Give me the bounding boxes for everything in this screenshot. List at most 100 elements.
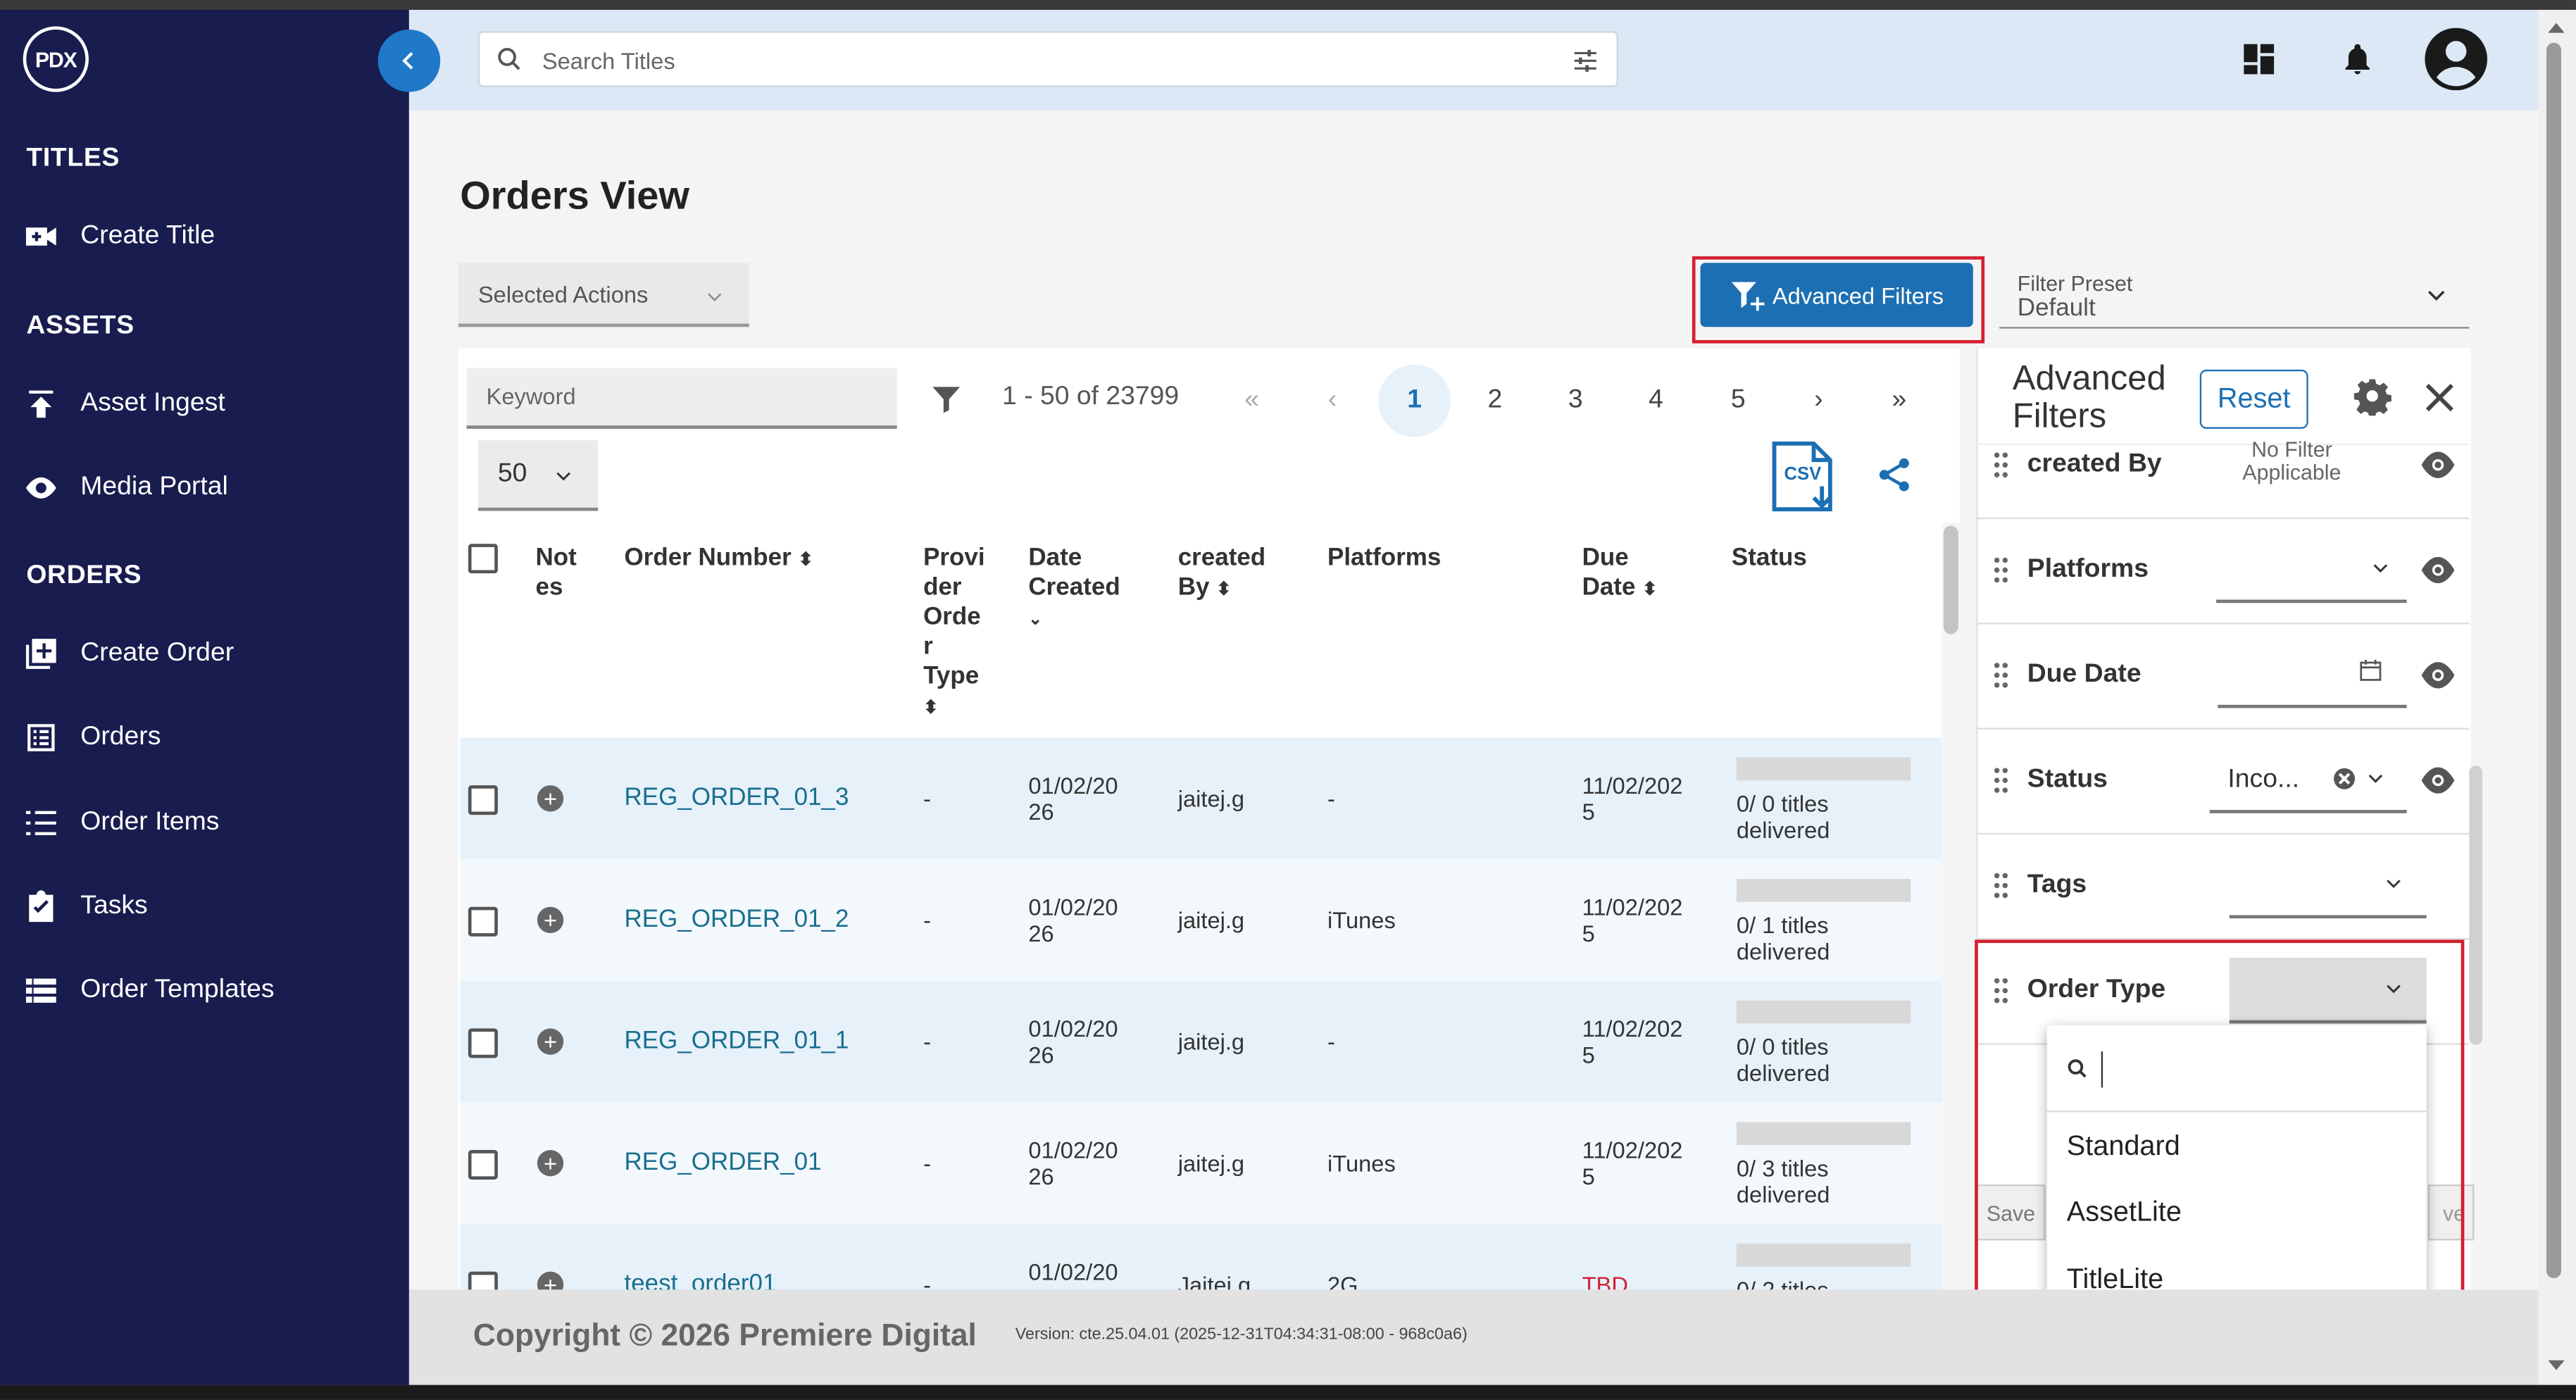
sidebar-item-tasks[interactable]: Tasks	[23, 889, 148, 925]
visibility-eye-icon[interactable]	[2418, 661, 2458, 690]
no-filter-note: No Filter Applicable	[2242, 437, 2341, 485]
status-select[interactable]: Inco...	[2209, 747, 2407, 813]
page-2-button[interactable]: 2	[1459, 365, 1532, 437]
platforms-select[interactable]	[2216, 537, 2407, 604]
dashboard-icon[interactable]	[2239, 39, 2279, 79]
order-number-link[interactable]: REG_ORDER_01_3	[625, 785, 849, 811]
sidebar-item-order-items[interactable]: Order Items	[23, 805, 220, 841]
chevron-down-icon	[2387, 880, 2401, 889]
page-3-button[interactable]: 3	[1539, 365, 1612, 437]
option-assetlite[interactable]: AssetLite	[2067, 1196, 2182, 1229]
order-number-link[interactable]: REG_ORDER_01_2	[625, 906, 849, 933]
share-button[interactable]	[1875, 455, 1914, 494]
last-page-button[interactable]: »	[1863, 365, 1936, 437]
row-checkbox[interactable]	[468, 906, 498, 937]
tags-select[interactable]	[2229, 852, 2427, 919]
search-icon	[2068, 1059, 2087, 1078]
col-header-created-by[interactable]: created By ⬍	[1178, 544, 1266, 604]
platforms-cell: iTunes	[1327, 906, 1396, 934]
reset-filters-button[interactable]: Reset	[2199, 369, 2308, 429]
add-note-icon[interactable]: +	[537, 785, 564, 812]
close-icon[interactable]	[2423, 381, 2456, 414]
prev-page-button[interactable]: ‹	[1296, 365, 1369, 437]
page-4-button[interactable]: 4	[1620, 365, 1692, 437]
drag-handle-icon[interactable]	[1993, 873, 2009, 899]
filter-row-tags: Tags	[1976, 833, 2470, 940]
user-avatar-icon[interactable]	[2425, 27, 2488, 91]
select-all-checkbox[interactable]	[468, 544, 498, 574]
add-note-icon[interactable]: +	[537, 906, 564, 934]
drag-handle-icon[interactable]	[1993, 452, 2009, 478]
col-header-due-date[interactable]: Due Date ⬍	[1582, 544, 1658, 604]
row-checkbox[interactable]	[468, 1271, 498, 1290]
next-page-button[interactable]: ›	[1782, 365, 1855, 437]
provider-type-cell: -	[923, 1271, 931, 1290]
collapse-sidebar-button[interactable]	[377, 29, 441, 92]
page-1-button[interactable]: 1	[1378, 364, 1451, 437]
col-header-provider-order-type[interactable]: Provi der Orde r Type ⬍	[923, 544, 985, 723]
col-header-order-number[interactable]: Order Number ⬍	[625, 544, 814, 575]
sidebar-item-label: Media Portal	[80, 473, 228, 501]
filter-icon[interactable]	[930, 383, 963, 416]
scroll-up-arrow-icon[interactable]	[2548, 23, 2565, 33]
filter-row-status: Status Inco...	[1976, 727, 2470, 835]
visibility-eye-icon[interactable]	[2418, 556, 2458, 585]
filter-preset-value: Default	[2017, 294, 2096, 323]
drag-handle-icon[interactable]	[1993, 767, 2009, 793]
filters-scrollbar[interactable]	[2469, 765, 2483, 1045]
sort-icon: ⬍	[1216, 580, 1232, 600]
search-filter-icon[interactable]	[1573, 48, 1599, 74]
order-number-link[interactable]: REG_ORDER_01_1	[625, 1027, 849, 1054]
sidebar-item-media-portal[interactable]: Media Portal	[23, 470, 228, 506]
version-text: Version: cte.25.04.01 (2025-12-31T04:34:…	[1015, 1325, 1468, 1344]
visibility-eye-icon[interactable]	[2418, 450, 2458, 480]
sidebar-item-orders[interactable]: Orders	[23, 720, 161, 756]
order-number-link[interactable]: teest_order01	[625, 1270, 777, 1289]
filter-label: Tags	[2027, 870, 2087, 899]
filter-row-platforms: Platforms	[1976, 518, 2470, 625]
dropdown-search-input[interactable]	[2101, 1051, 2407, 1088]
table-scrollbar-thumb[interactable]	[1943, 525, 1958, 635]
due-date-picker[interactable]	[2218, 642, 2407, 708]
visibility-eye-icon[interactable]	[2418, 765, 2458, 795]
row-checkbox[interactable]	[468, 785, 498, 815]
selected-actions-dropdown[interactable]: Selected Actions	[458, 263, 749, 327]
keyword-input[interactable]	[482, 381, 884, 411]
drag-handle-icon[interactable]	[1993, 662, 2009, 688]
page-scrollbar-thumb[interactable]	[2546, 42, 2561, 1278]
table-row: + REG_ORDER_01_2 - 01/02/20 26 jaitej.g …	[460, 859, 1942, 981]
page-scrollbar[interactable]	[2538, 9, 2576, 1385]
scroll-down-arrow-icon[interactable]	[2548, 1360, 2565, 1370]
search-input[interactable]	[539, 42, 1532, 79]
filter-preset-select[interactable]: Filter Preset Default	[1999, 263, 2470, 329]
settings-gear-icon[interactable]	[2353, 376, 2392, 416]
clear-icon[interactable]	[2333, 767, 2356, 790]
first-page-button[interactable]: «	[1215, 365, 1288, 437]
sidebar-item-asset-ingest[interactable]: Asset Ingest	[23, 386, 225, 422]
list-box-icon	[27, 724, 55, 751]
page-5-button[interactable]: 5	[1702, 365, 1775, 437]
copyright-text: Copyright © 2026 Premiere Digital	[473, 1319, 977, 1354]
csv-export-button[interactable]: CSV	[1770, 440, 1839, 513]
created-by-cell: jaitej.g	[1177, 1150, 1245, 1177]
add-note-icon[interactable]: +	[537, 1271, 564, 1290]
col-header-date-created[interactable]: Date Created ⌄	[1028, 544, 1120, 636]
advanced-filters-button[interactable]: Advanced Filters	[1700, 263, 1973, 327]
per-page-value: 50	[497, 459, 527, 487]
sidebar-item-create-title[interactable]: Create Title	[23, 218, 215, 254]
row-checkbox[interactable]	[468, 1150, 498, 1180]
option-standard[interactable]: Standard	[2067, 1130, 2180, 1163]
table-scrollbar[interactable]	[1942, 522, 1961, 1290]
notifications-bell-icon[interactable]	[2338, 39, 2377, 79]
sidebar-item-create-order[interactable]: Create Order	[23, 636, 234, 672]
add-note-icon[interactable]: +	[537, 1028, 564, 1055]
video-plus-icon	[25, 227, 56, 246]
sidebar-item-order-templates[interactable]: Order Templates	[23, 973, 275, 1008]
search-icon	[498, 48, 520, 70]
pdx-logo[interactable]: PDX	[23, 26, 89, 92]
order-number-link[interactable]: REG_ORDER_01	[625, 1149, 822, 1176]
per-page-select[interactable]: 50	[477, 440, 599, 511]
add-note-icon[interactable]: +	[537, 1150, 564, 1177]
row-checkbox[interactable]	[468, 1028, 498, 1058]
drag-handle-icon[interactable]	[1993, 557, 2009, 583]
